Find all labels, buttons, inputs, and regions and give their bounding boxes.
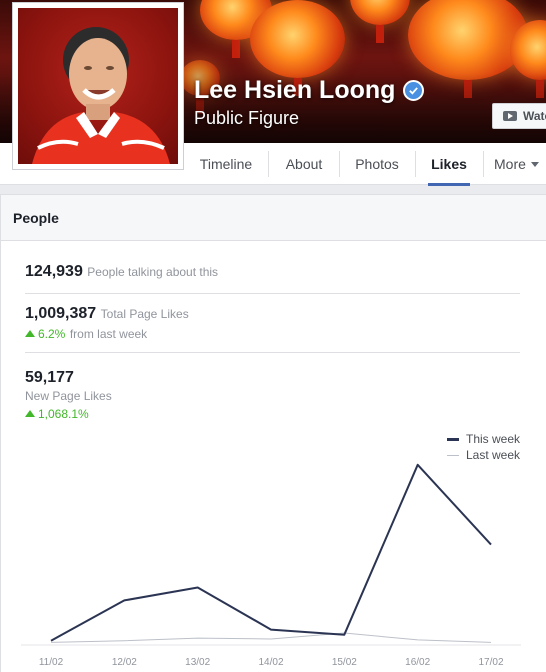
tab-likes-label: Likes bbox=[431, 156, 467, 172]
tab-timeline-label: Timeline bbox=[199, 156, 253, 172]
page-name-label: Lee Hsien Loong bbox=[194, 76, 396, 104]
video-icon bbox=[503, 111, 517, 121]
tab-likes[interactable]: Likes bbox=[428, 143, 470, 186]
tab-more-label: More bbox=[494, 156, 526, 172]
x-tick-label: 16/02 bbox=[405, 657, 430, 668]
x-tick-label: 11/02 bbox=[39, 657, 64, 668]
watch-videos-button[interactable]: Wate bbox=[492, 103, 546, 129]
tab-timeline[interactable]: Timeline bbox=[192, 143, 260, 185]
x-tick-label: 15/02 bbox=[332, 657, 357, 668]
tab-more[interactable]: More bbox=[494, 143, 546, 185]
tab-divider bbox=[415, 151, 416, 177]
x-tick-label: 17/02 bbox=[478, 657, 503, 668]
watch-label: Wate bbox=[523, 109, 546, 123]
people-card: People 124,939 People talking about this… bbox=[0, 194, 546, 672]
series-line-this-week bbox=[50, 463, 492, 642]
profile-picture[interactable] bbox=[12, 2, 184, 170]
tab-divider bbox=[483, 151, 484, 177]
verified-badge-icon bbox=[403, 80, 425, 101]
tab-divider bbox=[339, 151, 340, 177]
series-line-last-week bbox=[50, 632, 492, 643]
x-tick-label: 14/02 bbox=[258, 657, 283, 668]
tab-divider bbox=[268, 151, 269, 177]
x-tick-label: 13/02 bbox=[185, 657, 210, 668]
page-name[interactable]: Lee Hsien Loong bbox=[194, 76, 425, 105]
tab-photos-label: Photos bbox=[355, 156, 399, 172]
chevron-down-icon bbox=[530, 161, 539, 167]
tab-photos[interactable]: Photos bbox=[346, 143, 408, 185]
x-tick-label: 12/02 bbox=[112, 657, 137, 668]
new-likes-chart: 11/02 12/02 13/02 14/02 15/02 16/02 17/02 bbox=[21, 463, 521, 668]
tab-about-label: About bbox=[285, 156, 323, 172]
tab-about[interactable]: About bbox=[276, 143, 332, 185]
page-category: Public Figure bbox=[194, 108, 300, 128]
profile-photo bbox=[18, 8, 178, 164]
